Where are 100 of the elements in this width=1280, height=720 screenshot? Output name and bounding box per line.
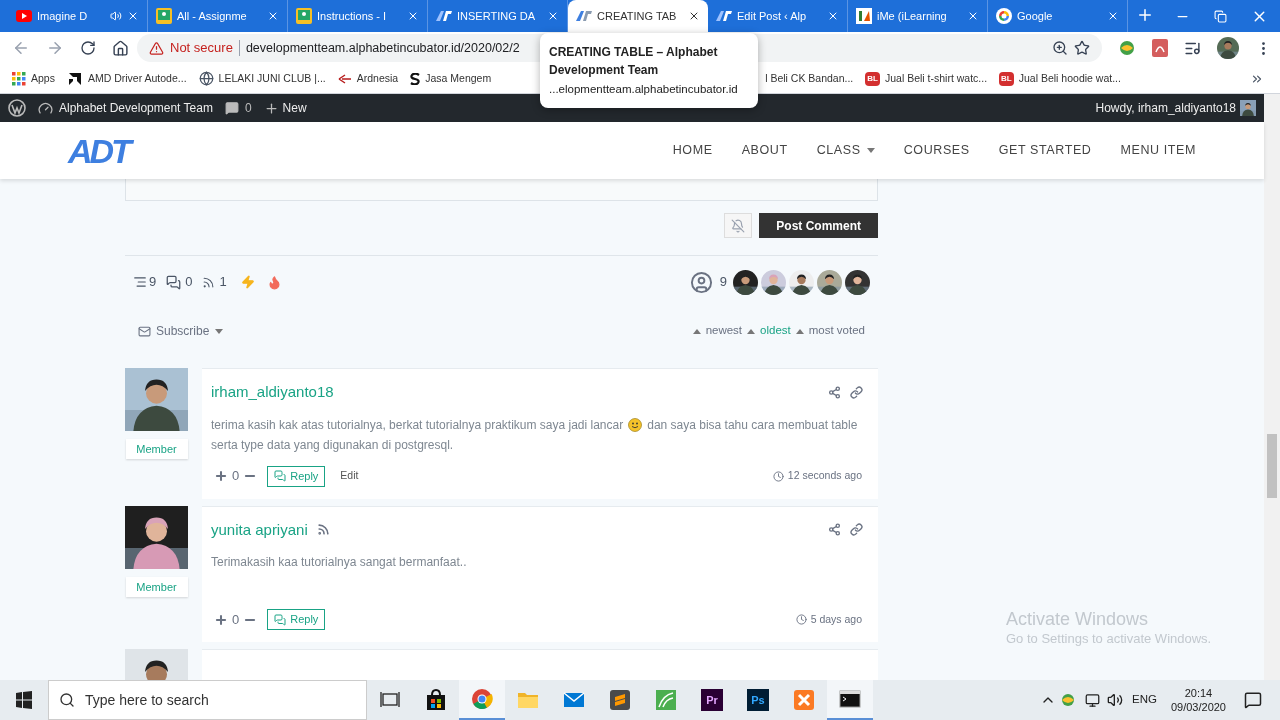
- tab-title: Edit Post ‹ Alp: [737, 8, 807, 24]
- reload-icon[interactable]: [80, 40, 96, 56]
- comment-time: 5 days ago: [810, 611, 862, 627]
- arrow-icon: [337, 73, 352, 84]
- bookmark-item[interactable]: LELAKI JUNI CLUB |...: [198, 66, 338, 91]
- browser-tab[interactable]: CREATING TAB: [568, 0, 708, 32]
- comment-text: Terimakasih kaa tutorialnya sangat bermanfaat..: [211, 554, 467, 571]
- zoom-icon[interactable]: [1052, 40, 1068, 56]
- edit-link[interactable]: Edit: [340, 468, 359, 484]
- threads-icon: [133, 275, 147, 289]
- bookmark-star-icon[interactable]: [1074, 40, 1090, 56]
- reply-icon: [274, 613, 287, 626]
- bell-off-icon: [731, 218, 746, 233]
- audio-icon[interactable]: [110, 10, 122, 22]
- classroom-icon: [156, 8, 172, 24]
- comment-text: dan saya bisa tahu cara membuat table: [647, 416, 858, 434]
- replies-icon: [166, 274, 182, 290]
- network-icon[interactable]: [1085, 692, 1100, 708]
- tooltip-url: ...elopmentteam.alphabetincubator.id: [549, 82, 739, 97]
- bookmark-item[interactable]: BL Jual Beli t-shirt watc...: [865, 66, 1000, 91]
- taskbar-search-field[interactable]: Type here to search: [48, 680, 367, 720]
- apps-grid-icon: [12, 71, 26, 86]
- nav-link[interactable]: CLASS: [816, 141, 875, 160]
- caret-icon: [215, 328, 224, 334]
- taskbar-app[interactable]: [827, 680, 873, 720]
- share-icon[interactable]: [828, 523, 841, 537]
- bookmark-label: Jasa Mengem: [425, 70, 492, 86]
- mail-icon: [138, 324, 151, 338]
- bookmark-item[interactable]: l Beli CK Bandan...: [765, 66, 866, 91]
- store-icon: [425, 689, 447, 711]
- chrome-icon: [471, 688, 493, 710]
- leaf-icon: [655, 689, 677, 711]
- close-tab-icon[interactable]: [688, 10, 700, 22]
- extension-icon[interactable]: [1118, 39, 1136, 57]
- plus-icon: [263, 100, 279, 116]
- role-badge: Member: [125, 576, 188, 597]
- taskbar-app[interactable]: Ps: [735, 680, 781, 720]
- new-link[interactable]: New: [263, 99, 307, 117]
- app-icon: [856, 8, 872, 24]
- new-tab-icon[interactable]: [1136, 6, 1154, 24]
- home-icon[interactable]: [112, 39, 129, 57]
- lightning-icon: [240, 275, 255, 289]
- bookmark-label: Jual Beli hoodie wat...: [1018, 70, 1121, 86]
- clock[interactable]: 20:14 09/03/2020: [1170, 686, 1226, 714]
- sort-option[interactable]: most voted: [795, 322, 865, 340]
- bookmark-item[interactable]: Apps: [12, 66, 67, 91]
- link-icon[interactable]: [850, 385, 863, 399]
- language-indicator[interactable]: ENG: [1132, 691, 1157, 709]
- comments-link[interactable]: 0: [224, 99, 252, 117]
- notifications-icon[interactable]: [1244, 691, 1262, 709]
- tab-title: Instructions - I: [317, 8, 387, 24]
- participants-icon: [689, 270, 713, 294]
- warning-icon: [149, 40, 164, 56]
- bookmark-label: AMD Driver Autode...: [87, 70, 187, 86]
- share-icon[interactable]: [828, 385, 841, 399]
- bookmark-label: Apps: [31, 70, 55, 86]
- site-link[interactable]: Alphabet Development Team: [38, 99, 213, 117]
- bookmark-item[interactable]: BL Jual Beli hoodie wat...: [999, 66, 1133, 91]
- forward-icon[interactable]: [46, 39, 64, 57]
- bookmark-item[interactable]: AMD Driver Autode...: [66, 66, 199, 91]
- scrollbar-thumb[interactable]: [1267, 434, 1277, 498]
- pdf-icon[interactable]: [1152, 39, 1168, 57]
- nav-link[interactable]: COURSES: [903, 141, 970, 160]
- terminal-icon: [839, 688, 861, 710]
- tab-title: Google: [1017, 8, 1053, 24]
- post-comment-button[interactable]: Post Comment: [759, 213, 878, 238]
- site-badge: BL: [999, 71, 1014, 86]
- url-text: developmentteam.alphabetincubator.id/2020/02/2: [245, 39, 520, 57]
- bookmark-item[interactable]: Jasa Mengem: [410, 66, 504, 91]
- bookmark-item[interactable]: Ardnesia: [337, 66, 411, 91]
- app-badge: Ps: [747, 689, 769, 711]
- google-icon: [996, 8, 1012, 24]
- comment-icon: [224, 101, 239, 115]
- link-icon[interactable]: [850, 523, 863, 537]
- followers-icon: [202, 275, 216, 289]
- caret-icon: [692, 328, 701, 334]
- wordpress-icon[interactable]: [8, 99, 26, 117]
- nav-link[interactable]: GET STARTED: [998, 141, 1092, 160]
- back-icon[interactable]: [12, 39, 30, 57]
- search-icon: [59, 692, 75, 708]
- replies-count: 0: [185, 273, 193, 292]
- restore-icon[interactable]: [1214, 9, 1227, 23]
- taskbar-app[interactable]: Pr: [689, 680, 735, 720]
- logo-icon: [576, 11, 592, 21]
- upvote-icon[interactable]: [214, 469, 228, 483]
- subscribe-dropdown[interactable]: Subscribe: [156, 322, 224, 340]
- scrollbar[interactable]: [1264, 94, 1280, 680]
- nav-link[interactable]: ABOUT: [741, 141, 788, 160]
- classroom-icon: [296, 8, 312, 24]
- howdy-link[interactable]: Howdy, irham_aldiyanto18: [1095, 99, 1236, 117]
- volume-icon[interactable]: [1107, 692, 1123, 708]
- bookmark-label: LELAKI JUNI CLUB |...: [218, 70, 326, 86]
- tab-title: All - Assignme: [177, 8, 247, 24]
- nav-link[interactable]: MENU ITEM: [1120, 141, 1196, 160]
- nav-link[interactable]: HOME: [672, 141, 713, 160]
- sort-option[interactable]: newest: [692, 322, 743, 340]
- comment-text: serta type data yang digunakan di postgresql.: [211, 436, 454, 454]
- app-badge: Pr: [701, 689, 723, 711]
- upvote-icon[interactable]: [214, 612, 228, 627]
- logo-icon: [436, 11, 452, 21]
